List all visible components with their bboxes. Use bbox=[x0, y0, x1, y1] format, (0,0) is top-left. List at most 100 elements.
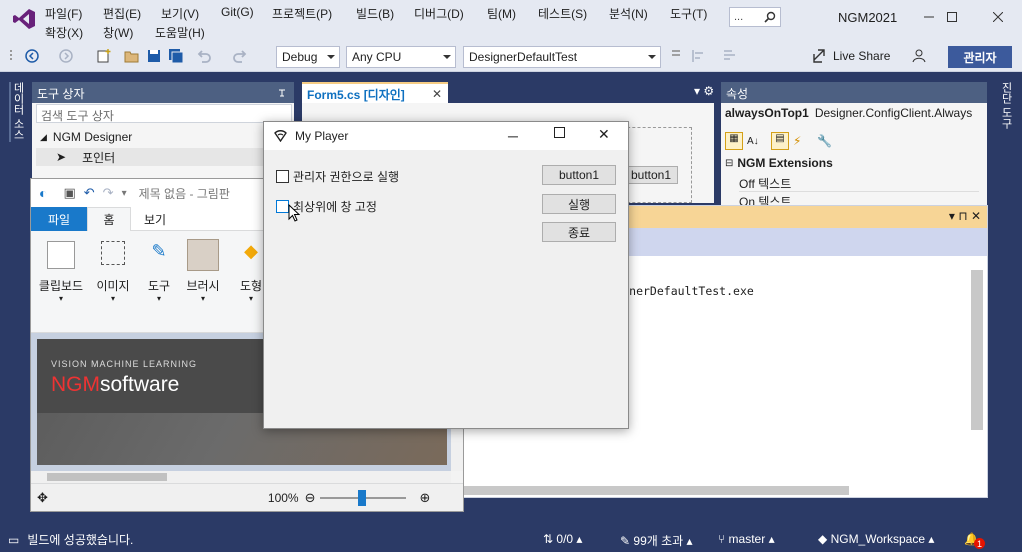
crosshair-icon: ✥ bbox=[37, 489, 48, 505]
pencil-icon: ✎ bbox=[151, 241, 167, 261]
tools-group[interactable]: ✎ 도구 ▾ bbox=[137, 237, 181, 325]
wifi-icon bbox=[274, 130, 287, 142]
repo-indicator[interactable]: ◆ NGM_Workspace ▴ bbox=[818, 532, 934, 546]
git-branch-indicator[interactable]: ⑂ master ▴ bbox=[718, 532, 775, 546]
save-all-icon[interactable] bbox=[168, 48, 184, 64]
brushes-group[interactable]: 브러시 ▾ bbox=[181, 237, 225, 325]
checkbox-box[interactable] bbox=[276, 170, 289, 183]
toolbox-item-label: 포인터 bbox=[82, 150, 116, 165]
zoom-thumb[interactable] bbox=[357, 489, 366, 506]
pin-icon[interactable] bbox=[277, 88, 287, 98]
paint-tab-file[interactable]: 파일 bbox=[31, 207, 87, 231]
menu-team[interactable]: 팀(M) bbox=[487, 5, 516, 22]
standard-toolbar: Debug Any CPU DesignerDefaultTest Live S… bbox=[0, 42, 1022, 72]
errors-indicator[interactable]: ✎ 99개 초과 ▴ bbox=[620, 532, 693, 549]
properties-panel: 속성 alwaysOnTop1 Designer.ConfigClient.Al… bbox=[721, 82, 987, 207]
toolbox-group-ngm[interactable]: ◢ NGM Designer bbox=[40, 130, 132, 144]
tab-form5-designer[interactable]: Form5.cs [디자인] ✕ bbox=[302, 82, 448, 103]
new-project-icon[interactable] bbox=[96, 48, 112, 64]
undo-icon[interactable] bbox=[196, 48, 212, 64]
dialog-close-button[interactable]: ✕ bbox=[598, 126, 610, 143]
clipboard-icon bbox=[47, 241, 75, 269]
toolbar-options-icon[interactable] bbox=[668, 48, 684, 64]
align-icon[interactable] bbox=[690, 48, 706, 64]
paint-tab-home[interactable]: 홈 bbox=[87, 207, 131, 231]
run-button[interactable]: 실행 bbox=[542, 194, 616, 214]
quick-save-icon[interactable]: ▣ bbox=[63, 185, 75, 201]
tab-settings-icon[interactable]: ▾ ⚙ bbox=[694, 84, 714, 98]
property-pages-icon[interactable]: 🔧 bbox=[817, 134, 835, 148]
canvas-hscrollbar[interactable] bbox=[31, 471, 451, 483]
dialog-minimize-button[interactable]: ─ bbox=[508, 128, 518, 144]
maximize-button[interactable] bbox=[929, 0, 975, 34]
menu-bar: 파일(F) 편집(E) 보기(V) Git(G) 프로젝트(P) 빌드(B) 디… bbox=[0, 0, 1022, 42]
categorized-icon[interactable]: ▦ bbox=[725, 132, 743, 150]
alphabetical-icon[interactable]: A↓ bbox=[747, 136, 765, 147]
save-icon[interactable] bbox=[146, 48, 162, 64]
my-player-dialog: My Player ─ ✕ 관리자 권한으로 실행 최상위에 창 고정 butt… bbox=[263, 121, 629, 429]
zoom-out-icon[interactable]: ⊖ bbox=[305, 490, 316, 506]
properties-object-selector[interactable]: alwaysOnTop1 Designer.ConfigClient.Alway… bbox=[725, 106, 987, 120]
search-input[interactable]: ... bbox=[729, 7, 781, 27]
image-group[interactable]: 이미지 ▾ bbox=[91, 237, 135, 325]
output-header-controls-icon[interactable]: ▾ ⊓ ✕ bbox=[949, 209, 981, 223]
category-ngm-extensions[interactable]: ⊟ NGM Extensions bbox=[725, 156, 833, 170]
platform-dropdown[interactable]: Any CPU bbox=[346, 46, 456, 68]
build-status-icon: ▭ bbox=[8, 532, 20, 547]
menu-view[interactable]: 보기(V) bbox=[161, 5, 199, 22]
zoom-in-icon[interactable]: ⊕ bbox=[420, 490, 431, 506]
menu-tools[interactable]: 도구(T) bbox=[670, 5, 707, 22]
zoom-level: 100% bbox=[267, 490, 299, 505]
zoom-slider[interactable] bbox=[319, 489, 406, 506]
button1[interactable]: button1 bbox=[542, 165, 616, 185]
paint-tab-view[interactable]: 보기 bbox=[133, 207, 177, 231]
clipboard-group[interactable]: 클립보드 ▾ bbox=[35, 237, 87, 325]
redo-icon[interactable] bbox=[232, 48, 248, 64]
layout-icon[interactable] bbox=[722, 48, 738, 64]
admin-button[interactable]: 관리자 bbox=[948, 46, 1012, 68]
output-hscrollbar[interactable] bbox=[461, 486, 849, 495]
toolbox-group-label: NGM Designer bbox=[52, 130, 133, 144]
toolbox-search-input[interactable]: 검색 도구 상자 bbox=[36, 104, 292, 123]
menu-window[interactable]: 창(W) bbox=[103, 24, 133, 41]
menu-file[interactable]: 파일(F) bbox=[45, 5, 82, 22]
output-vscrollbar[interactable] bbox=[971, 270, 983, 430]
form-preview bbox=[622, 127, 692, 203]
menu-extensions[interactable]: 확장(X) bbox=[45, 24, 83, 41]
close-tab-icon[interactable]: ✕ bbox=[432, 87, 442, 101]
toolbox-item-pointer[interactable]: ➤ 포인터 bbox=[36, 148, 292, 166]
navigate-back-icon[interactable] bbox=[24, 48, 40, 64]
menu-help[interactable]: 도움말(H) bbox=[155, 24, 205, 41]
dialog-maximize-button[interactable] bbox=[554, 127, 565, 138]
menu-test[interactable]: 테스트(S) bbox=[538, 5, 587, 22]
property-row-off-text[interactable]: Off 텍스트 bbox=[739, 175, 979, 192]
object-name: alwaysOnTop1 bbox=[725, 106, 809, 120]
config-dropdown[interactable]: Debug bbox=[276, 46, 340, 68]
events-icon[interactable]: ⚡ bbox=[793, 134, 811, 148]
shapes-icon: ◆ bbox=[244, 241, 258, 261]
menu-edit[interactable]: 편집(E) bbox=[103, 5, 141, 22]
menu-build[interactable]: 빌드(B) bbox=[356, 5, 394, 22]
navigate-forward-icon[interactable] bbox=[58, 48, 74, 64]
feedback-icon[interactable] bbox=[912, 48, 928, 64]
exit-button[interactable]: 종료 bbox=[542, 222, 616, 242]
dropdown-icon: ▾ bbox=[200, 294, 205, 303]
menu-analyze[interactable]: 분석(N) bbox=[609, 5, 648, 22]
line-col-indicator[interactable]: ⇅ 0/0 ▴ bbox=[543, 532, 582, 546]
startup-project-dropdown[interactable]: DesignerDefaultTest bbox=[463, 46, 661, 68]
pointer-icon: ➤ bbox=[56, 150, 67, 164]
open-folder-icon[interactable] bbox=[124, 48, 140, 64]
diagnostic-tools-tab[interactable]: 진단 도구 bbox=[996, 82, 1014, 152]
run-as-admin-checkbox[interactable]: 관리자 권한으로 실행 bbox=[276, 168, 399, 185]
app-title: NGM2021 bbox=[838, 10, 898, 25]
quick-redo-icon[interactable]: ↷ bbox=[103, 185, 114, 201]
quick-access-dropdown-icon[interactable]: ▾ bbox=[122, 188, 127, 199]
properties-view-icon[interactable]: ▤ bbox=[771, 132, 789, 150]
menu-project[interactable]: 프로젝트(P) bbox=[272, 5, 332, 22]
menu-git[interactable]: Git(G) bbox=[221, 5, 254, 19]
close-button[interactable] bbox=[975, 0, 1021, 34]
clipboard-label: 클립보드 bbox=[38, 279, 84, 293]
quick-undo-icon[interactable]: ↶ bbox=[84, 185, 95, 201]
menu-debug[interactable]: 디버그(D) bbox=[414, 5, 464, 22]
live-share-button[interactable]: Live Share bbox=[812, 48, 890, 64]
